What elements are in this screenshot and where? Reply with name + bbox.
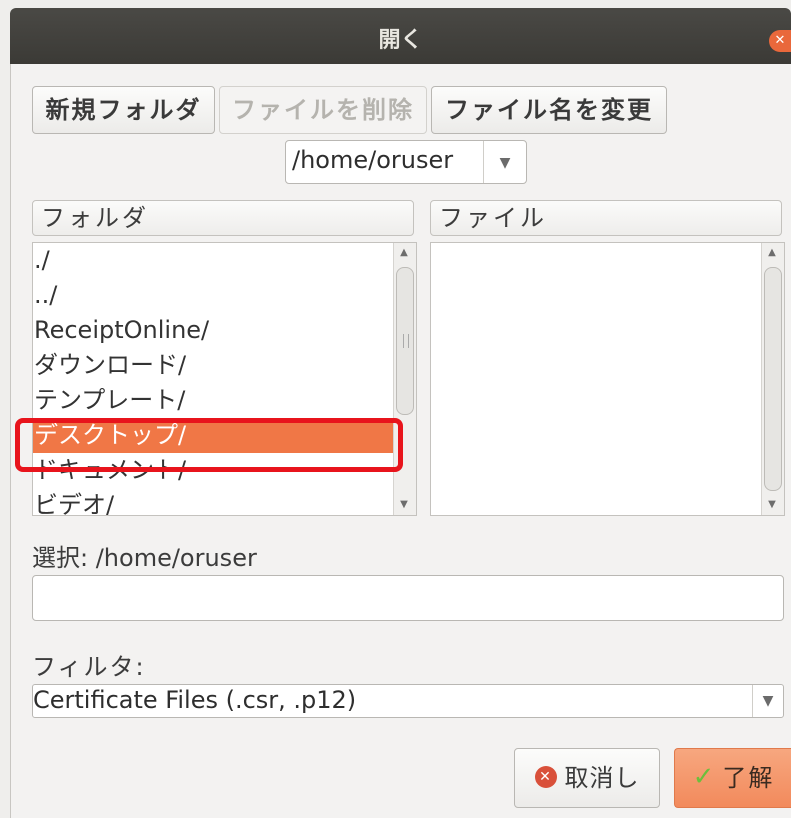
files-column-header[interactable]: ファイル bbox=[430, 200, 782, 236]
new-folder-button[interactable]: 新規フォルダ bbox=[32, 86, 215, 134]
folder-list-item[interactable]: ./ bbox=[33, 243, 396, 278]
folders-scroll-thumb[interactable] bbox=[396, 267, 414, 415]
chevron-down-icon[interactable]: ▼ bbox=[752, 685, 783, 717]
filter-label: フィルタ: bbox=[32, 653, 146, 681]
folder-list-item[interactable]: ReceiptOnline/ bbox=[33, 313, 396, 348]
cancel-icon: ✕ bbox=[534, 766, 557, 788]
filter-combo[interactable]: Certificate Files (.csr, .p12) ▼ bbox=[32, 684, 784, 718]
filter-combo-value: Certificate Files (.csr, .p12) bbox=[33, 686, 357, 714]
path-combo-value: /home/oruser bbox=[292, 146, 454, 174]
scroll-down-icon[interactable]: ▼ bbox=[764, 499, 780, 511]
folder-list-item[interactable]: ビデオ/ bbox=[33, 488, 396, 515]
checkmark-icon: ✓ bbox=[692, 762, 717, 792]
folder-list-item[interactable]: テンプレート/ bbox=[33, 383, 396, 418]
cancel-button[interactable]: ✕ 取消し bbox=[514, 748, 660, 808]
delete-file-button[interactable]: ファイルを削除 bbox=[219, 86, 427, 134]
folders-scrollbar[interactable]: ▲ ▼ bbox=[393, 243, 416, 515]
ok-button[interactable]: ✓ 了解 bbox=[674, 748, 791, 808]
folder-list-item[interactable]: デスクトップ/ bbox=[33, 418, 397, 453]
scroll-down-icon[interactable]: ▼ bbox=[396, 499, 412, 511]
files-scrollbar[interactable]: ▲ ▼ bbox=[761, 243, 784, 515]
scroll-up-icon[interactable]: ▲ bbox=[396, 247, 412, 259]
folders-list[interactable]: ./../ReceiptOnline/ダウンロード/テンプレート/デスクトップ/… bbox=[32, 242, 417, 516]
chevron-down-icon[interactable]: ▼ bbox=[483, 141, 526, 183]
files-list[interactable]: ▲ ▼ bbox=[430, 242, 785, 516]
files-scroll-thumb[interactable] bbox=[764, 267, 782, 491]
ok-button-label: 了解 bbox=[722, 764, 775, 792]
folders-column-header[interactable]: フォルダ bbox=[32, 200, 414, 236]
file-open-dialog: 新規フォルダ ファイルを削除 ファイル名を変更 /home/oruser ▼ フ… bbox=[10, 64, 791, 818]
scroll-up-icon[interactable]: ▲ bbox=[764, 247, 780, 259]
path-combo[interactable]: /home/oruser ▼ bbox=[285, 140, 527, 184]
close-icon[interactable]: ✕ bbox=[769, 30, 791, 52]
cancel-button-label: 取消し bbox=[564, 764, 640, 792]
rename-file-button[interactable]: ファイル名を変更 bbox=[431, 86, 667, 134]
folder-list-item[interactable]: ドキュメント/ bbox=[33, 453, 396, 488]
folder-list-item[interactable]: ダウンロード/ bbox=[33, 348, 396, 383]
selection-input[interactable] bbox=[32, 575, 784, 621]
window-title: 開く bbox=[378, 28, 423, 53]
folder-list-item[interactable]: ../ bbox=[33, 278, 396, 313]
window-titlebar: 開く ✕ bbox=[10, 8, 791, 64]
selection-label: 選択: /home/oruser bbox=[32, 544, 257, 572]
